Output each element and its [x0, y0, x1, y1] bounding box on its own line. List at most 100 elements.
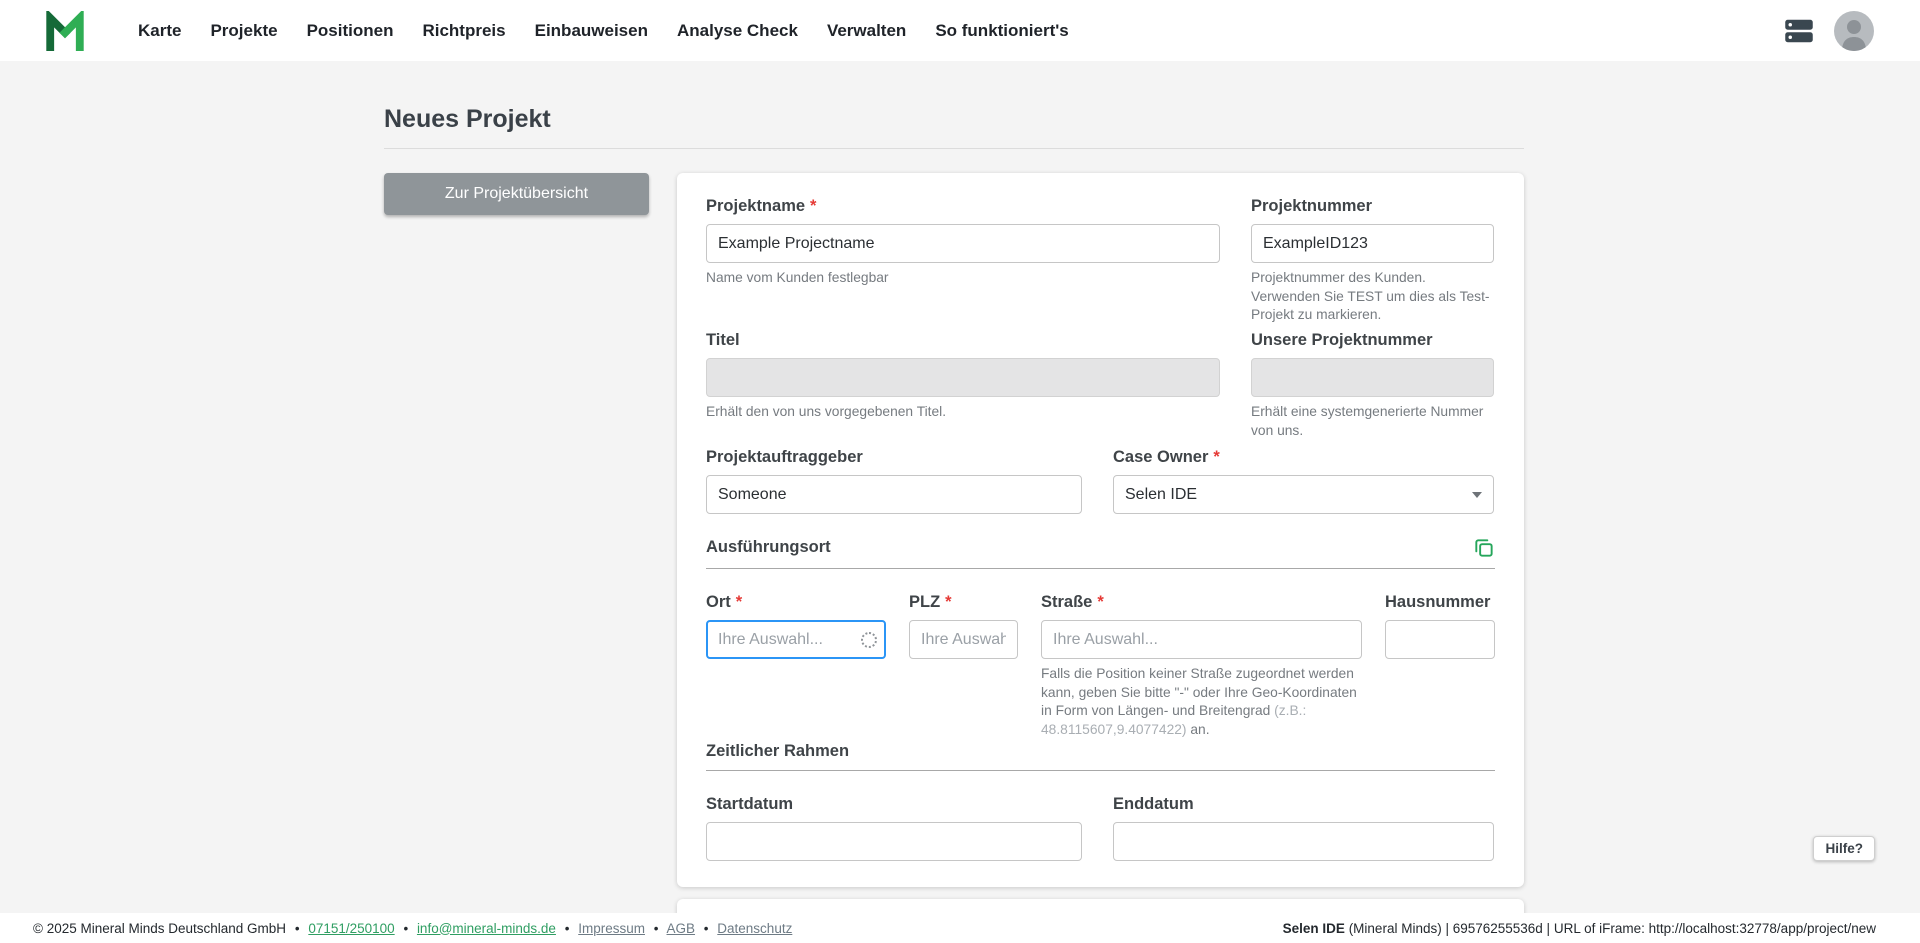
projektnummer-input[interactable] [1251, 224, 1494, 263]
hausnummer-input[interactable] [1385, 620, 1495, 660]
plz-input[interactable] [909, 620, 1018, 660]
separator-dot: • [403, 920, 409, 936]
mineral-minds-logo[interactable] [44, 10, 86, 51]
user-avatar[interactable] [1834, 10, 1874, 51]
phone-link[interactable]: 07151/250100 [308, 921, 394, 936]
navbar: Karte Projekte Positionen Richtpreis Ein… [0, 0, 1920, 61]
nav-analyse-check[interactable]: Analyse Check [677, 21, 798, 41]
help-badge-text: Hilfe? [1825, 841, 1863, 856]
footer: © 2025 Mineral Minds Deutschland GmbH • … [0, 913, 1920, 943]
startdatum-label: Startdatum [706, 794, 794, 813]
nav-verwalten[interactable]: Verwalten [827, 21, 906, 41]
titel-helper: Erhält den von uns vorgegebenen Titel. [706, 403, 947, 419]
enddatum-label: Enddatum [1113, 794, 1194, 813]
unsere-projektnummer-label: Unsere Projektnummer [1251, 330, 1433, 349]
titel-input [706, 357, 1220, 397]
nav-richtpreis[interactable]: Richtpreis [422, 21, 505, 41]
projektname-label: Projektname * [706, 197, 1220, 216]
footer-left: © 2025 Mineral Minds Deutschland GmbH • … [33, 921, 792, 936]
section-divider [706, 769, 1495, 771]
projektname-helper: Name vom Kunden festlegbar [706, 270, 889, 285]
page-header: Neues Projekt [384, 105, 1524, 149]
strasse-label-text: Straße [1041, 593, 1093, 612]
projektauftraggeber-field: Projektauftraggeber [706, 448, 1082, 515]
chevron-down-icon [1472, 491, 1482, 498]
unsere-projektnummer-field: Unsere Projektnummer Erhält eine systemg… [1251, 331, 1494, 440]
session-user: Selen IDE [1282, 920, 1345, 936]
required-asterisk: * [1213, 448, 1220, 467]
plz-label: PLZ * [909, 593, 1018, 612]
projektname-input[interactable] [706, 224, 1220, 263]
projektnummer-label: Projektnummer [1251, 197, 1373, 215]
case-owner-select[interactable]: Selen IDE [1113, 475, 1494, 515]
required-asterisk: * [945, 593, 952, 612]
enddatum-field: Enddatum [1113, 795, 1494, 861]
projektnummer-field: Projektnummer Projektnummer des Kunden. … [1251, 197, 1494, 325]
nav-projekte[interactable]: Projekte [210, 21, 277, 41]
case-owner-label-text: Case Owner [1113, 448, 1209, 467]
copyright-text: © 2025 Mineral Minds Deutschland GmbH [33, 920, 287, 936]
navbar-right [1784, 10, 1874, 51]
hausnummer-label: Hausnummer [1385, 593, 1491, 612]
server-icon[interactable] [1784, 18, 1814, 44]
nav-positionen[interactable]: Positionen [307, 21, 394, 41]
strasse-label: Straße * [1041, 593, 1362, 612]
back-to-projects-button[interactable]: Zur Projektübersicht [384, 173, 649, 215]
projektauftraggeber-input[interactable] [706, 475, 1082, 515]
startdatum-input[interactable] [706, 821, 1082, 861]
separator-dot: • [294, 920, 300, 936]
ort-input[interactable] [706, 620, 886, 660]
hausnummer-field: Hausnummer [1385, 593, 1495, 740]
case-owner-label: Case Owner * [1113, 448, 1494, 467]
required-asterisk: * [735, 593, 743, 612]
ort-label-text: Ort [706, 593, 731, 612]
main-nav: Karte Projekte Positionen Richtpreis Ein… [138, 21, 1784, 41]
projektnummer-helper: Projektnummer des Kunden. Verwenden Sie … [1251, 270, 1490, 323]
project-form-card: Projektname* Name vom Kunden festlegbar … [677, 173, 1524, 887]
ort-field: Ort * [706, 593, 886, 740]
plz-label-text: PLZ [909, 593, 941, 612]
datenschutz-link[interactable]: Datenschutz [717, 921, 792, 936]
main-content: Neues Projekt Zur Projektübersicht Proje… [0, 61, 1920, 943]
copy-icon[interactable] [1472, 536, 1495, 559]
required-asterisk: * [1097, 593, 1104, 612]
strasse-helper-text: Falls die Position keiner Straße zugeord… [1041, 666, 1357, 719]
separator-dot: • [703, 920, 709, 936]
unsere-projektnummer-helper: Erhält eine systemgenerierte Nummer von … [1251, 403, 1484, 438]
plz-field: PLZ * [909, 593, 1018, 740]
email-link[interactable]: info@mineral-minds.de [417, 921, 556, 936]
section-divider [706, 568, 1495, 570]
strasse-helper: Falls die Position keiner Straße zugeord… [1041, 665, 1362, 740]
loading-spinner-icon [861, 631, 877, 648]
ausfuehrungsort-heading: Ausführungsort [706, 538, 831, 557]
projektname-field: Projektname* Name vom Kunden festlegbar [706, 197, 1220, 325]
ort-label: Ort * [706, 593, 886, 612]
nav-einbauweisen[interactable]: Einbauweisen [535, 21, 648, 41]
separator-dot: • [653, 920, 659, 936]
session-info: (Mineral Minds) | 69576255536d | URL of … [1344, 920, 1876, 936]
strasse-input[interactable] [1041, 620, 1362, 660]
separator-dot: • [564, 920, 570, 936]
case-owner-selected-value: Selen IDE [1125, 485, 1198, 503]
nav-so-funktionierts[interactable]: So funktioniert's [935, 21, 1068, 41]
page-title: Neues Projekt [384, 105, 551, 133]
enddatum-input[interactable] [1113, 821, 1494, 861]
agb-link[interactable]: AGB [667, 921, 696, 936]
nav-karte[interactable]: Karte [138, 21, 181, 41]
zeitlicher-rahmen-heading: Zeitlicher Rahmen [706, 741, 850, 760]
titel-field: Titel Erhält den von uns vorgegebenen Ti… [706, 331, 1220, 440]
strasse-field: Straße* Falls die Position keiner Straße… [1041, 593, 1362, 740]
zeitlicher-rahmen-section-header: Zeitlicher Rahmen [706, 742, 1495, 761]
case-owner-field: Case Owner * Selen IDE [1113, 448, 1494, 515]
help-badge[interactable]: Hilfe? [1813, 836, 1875, 861]
left-column: Zur Projektübersicht [384, 173, 649, 887]
unsere-projektnummer-input [1251, 357, 1494, 397]
titel-label: Titel [706, 330, 740, 349]
ausfuehrungsort-section-header: Ausführungsort [706, 536, 1495, 559]
strasse-helper-suffix: an. [1186, 722, 1210, 737]
projektname-label-text: Projektname [706, 197, 806, 215]
impressum-link[interactable]: Impressum [578, 921, 645, 936]
required-asterisk: * [810, 197, 817, 215]
footer-right: Selen IDE (Mineral Minds) | 69576255536d… [1283, 921, 1876, 936]
projektauftraggeber-label: Projektauftraggeber [706, 448, 863, 467]
